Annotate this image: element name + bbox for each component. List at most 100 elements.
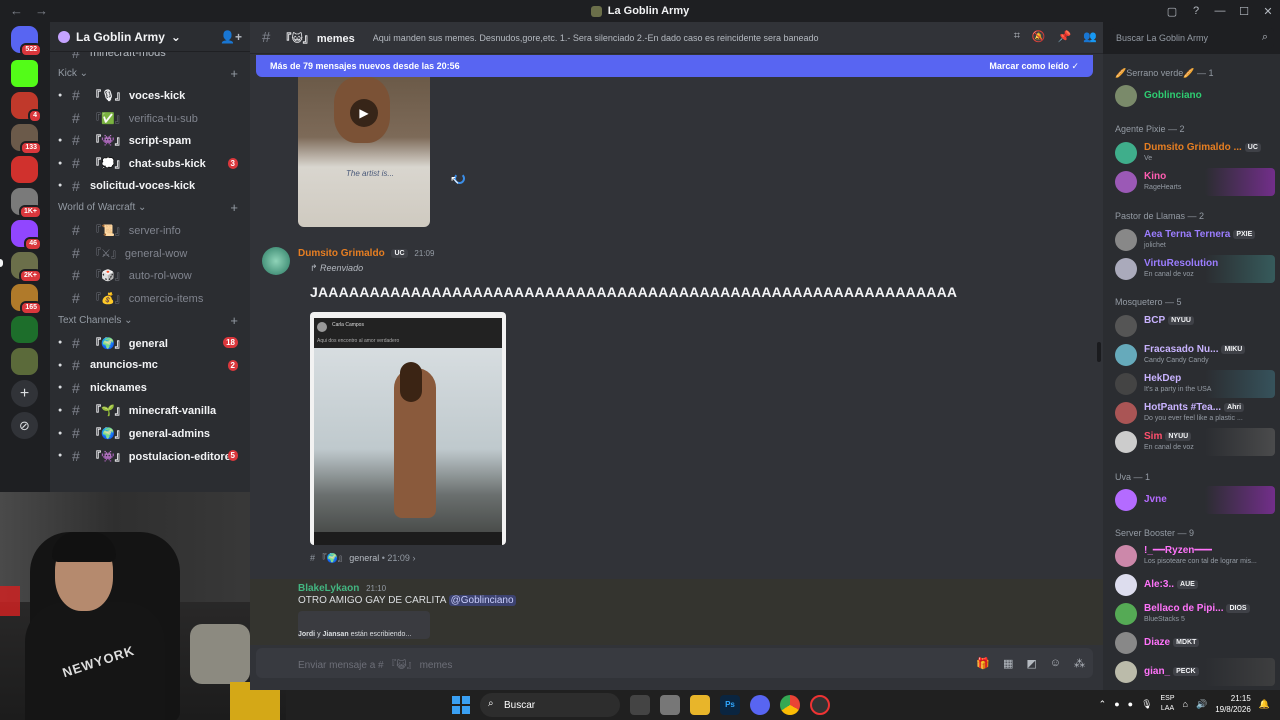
channel-general[interactable]: ● # 『🌍』 general 18 <box>50 331 250 354</box>
scrollbar[interactable] <box>1097 342 1101 362</box>
server-twitch[interactable]: 46 <box>11 220 42 251</box>
photoshop-icon[interactable]: Ps <box>720 695 740 715</box>
server-red[interactable]: 4 <box>11 92 42 123</box>
category-world-of-warcraft[interactable]: World of Warcraft ⌄ + <box>50 197 250 219</box>
forward-source[interactable]: # 『🌍』 general • 21:09 › <box>310 551 415 564</box>
timestamp: 21:09 <box>414 249 435 258</box>
discord-icon[interactable] <box>750 695 770 715</box>
explore-icon[interactable]: ⊘ <box>11 412 38 439</box>
member-item[interactable]: Fracasado Nu... MIKU Candy Candy Candy <box>1111 341 1275 369</box>
channel-general-wow[interactable]: # 『⚔』 general-wow <box>50 242 250 265</box>
inbox-icon[interactable]: ▢ <box>1160 5 1184 18</box>
message-author[interactable]: Dumsito Grimaldo UC 21:09 <box>298 248 434 259</box>
sticker-icon[interactable]: ◩ <box>1026 657 1036 670</box>
member-item[interactable]: Aea Terna Ternera PXIE jolichet <box>1111 226 1275 254</box>
member-item[interactable]: !_━━Ryzen━━━ Los pisoteare con tal de lo… <box>1111 542 1275 570</box>
app-icon[interactable] <box>660 695 680 715</box>
channel-anuncios-mc[interactable]: ● # anuncios-mc 2 <box>50 354 250 377</box>
play-icon[interactable]: ▶ <box>350 99 378 127</box>
chat-area: # 『😺』 memes Aqui manden sus memes. Desnu… <box>250 22 1103 690</box>
server-4[interactable] <box>11 156 38 183</box>
start-button[interactable] <box>452 696 470 714</box>
member-item[interactable]: gian_ PECK <box>1111 658 1275 686</box>
gift-icon[interactable]: 🎁 <box>976 657 990 670</box>
mute-icon[interactable]: 🔕 <box>1032 30 1046 43</box>
member-item[interactable]: Bellaco de Pipi... DIOS BlueStacks 5 <box>1111 600 1275 628</box>
apps-icon[interactable]: ⁂ <box>1074 657 1085 670</box>
help-icon[interactable]: ? <box>1184 5 1208 17</box>
member-item[interactable]: HekDep It's a party in the USA <box>1111 370 1275 398</box>
emoji-icon[interactable]: ☺ <box>1050 657 1061 670</box>
server-10[interactable] <box>11 348 38 375</box>
maximize-button[interactable]: ☐ <box>1232 5 1256 18</box>
server-5[interactable]: 1K+ <box>11 188 42 219</box>
message-input[interactable]: Enviar mensaje a # 『😺』 memes 🎁 ▦ ◩ ☺ ⁂ <box>256 648 1093 678</box>
minimize-button[interactable]: — <box>1208 5 1232 17</box>
avatar[interactable] <box>262 247 290 275</box>
member-group-title: Agente Pixie — 2 <box>1115 124 1185 134</box>
member-item[interactable]: BCP NYUU <box>1111 312 1275 340</box>
channel-minecraft-vanilla[interactable]: ● # 『🌱』 minecraft-vanilla <box>50 399 250 422</box>
channel-auto-rol-wow[interactable]: # 『🎲』 auto-rol-wow <box>50 264 250 287</box>
file-explorer-icon[interactable] <box>690 695 710 715</box>
search-icon: ⌕ <box>1261 31 1268 43</box>
image-attachment[interactable]: Carla Campos Aqui dos encontro al amor v… <box>310 312 506 545</box>
member-item[interactable]: Ale:3.. AUE <box>1111 571 1275 599</box>
channel-solicitud-voces-kick[interactable]: ● # solicitud-voces-kick <box>50 174 250 197</box>
taskbar: ⌕ Buscar Ps ⌃ ● ● 🎙 ESP LAA ⌂ 🔊 21:15 19/8… <box>286 690 1280 720</box>
server-header[interactable]: La Goblin Army ⌄ 👤+ <box>50 22 250 52</box>
gif-icon[interactable]: ▦ <box>1003 657 1013 670</box>
server-kick[interactable] <box>11 60 38 87</box>
member-item[interactable]: Sim NYUU En canal de voz <box>1111 428 1275 456</box>
channel-comercio-items[interactable]: # 『💰』 comercio-items <box>50 287 250 310</box>
channel-chat-subs-kick[interactable]: ● # 『💭』 chat-subs-kick 3 <box>50 152 250 175</box>
members-icon[interactable]: 👥 <box>1083 30 1097 43</box>
server-8[interactable]: 165 <box>11 284 42 315</box>
channel-script-spam[interactable]: ● # 『👾』 script-spam <box>50 129 250 152</box>
member-item[interactable]: Kino RageHearts <box>1111 168 1275 196</box>
add-channel-icon[interactable]: + <box>230 66 238 81</box>
category-text-channels[interactable]: Text Channels ⌄ + <box>50 309 250 331</box>
taskbar-search[interactable]: ⌕ Buscar <box>480 693 620 717</box>
server-9[interactable] <box>11 316 38 343</box>
member-item[interactable]: Dumsito Grimaldo ... UC Ve <box>1111 139 1275 167</box>
hoodie-text: NEWYORK <box>60 642 137 681</box>
app-icon[interactable] <box>810 695 830 715</box>
channel-general-admins[interactable]: ● # 『🌍』 general-admins <box>50 422 250 445</box>
channel-topbar: # 『😺』 memes Aqui manden sus memes. Desnu… <box>250 22 1103 54</box>
nav-arrows[interactable]: ←→ <box>10 3 60 18</box>
mark-as-read-button[interactable]: Marcar como leído ✓ <box>989 61 1079 72</box>
member-item[interactable]: Jvne <box>1111 486 1275 514</box>
add-channel-icon[interactable]: + <box>230 313 238 328</box>
member-item[interactable]: Goblinciano <box>1111 82 1275 110</box>
invite-icon[interactable]: 👤+ <box>220 30 242 44</box>
task-view-icon[interactable] <box>630 695 650 715</box>
channel-voces-kick[interactable]: ● # 『🎙』 voces-kick <box>50 84 250 107</box>
channel-postulacion-editores[interactable]: ● # 『👾』 postulacion-editores 5 <box>50 444 250 467</box>
add-channel-icon[interactable]: + <box>230 200 238 215</box>
member-item[interactable]: VirtuResolution En canal de voz <box>1111 255 1275 283</box>
new-messages-banner[interactable]: Más de 79 mensajes nuevos desde las 20:5… <box>256 55 1093 77</box>
channel-server-info[interactable]: # 『📜』 server-info <box>50 219 250 242</box>
system-tray[interactable]: ⌃ ● ● 🎙 ESP LAA ⌂ 🔊 21:15 19/8/2026 🔔 <box>1099 693 1270 715</box>
member-item[interactable]: Diaze MDKT <box>1111 629 1275 657</box>
pin-icon[interactable]: 📌 <box>1058 30 1072 43</box>
member-item[interactable]: HotPants #Tea... Ahri Do you ever feel li… <box>1111 399 1275 427</box>
channel-topic[interactable]: Aqui manden sus memes. Desnudos,gore,etc… <box>373 33 973 43</box>
add-server-button[interactable]: + <box>11 380 38 407</box>
channel-verifica-tu-sub[interactable]: # 『✅』 verifica-tu-sub <box>50 107 250 130</box>
channel-nicknames[interactable]: ● # nicknames <box>50 377 250 400</box>
close-button[interactable]: ✕ <box>1256 5 1280 18</box>
server-3[interactable]: 133 <box>11 124 42 155</box>
message-author[interactable]: BlakeLykaon 21:10 <box>298 583 386 594</box>
direct-messages-button[interactable]: 522 <box>11 26 42 57</box>
video-attachment[interactable]: ▶ The artist is... <box>298 77 430 227</box>
member-group-title: Mosquetero — 5 <box>1115 297 1182 307</box>
chrome-icon[interactable] <box>780 695 800 715</box>
server-goblin-army[interactable]: 2K+ <box>11 252 42 283</box>
threads-icon[interactable]: ⌗ <box>1014 30 1020 43</box>
category-kick[interactable]: Kick ⌄ + <box>50 62 250 84</box>
user-mention[interactable]: @Goblinciano <box>448 595 516 606</box>
mention-badge: 3 <box>227 157 238 169</box>
search-input[interactable]: Buscar La Goblin Army ⌕ <box>1110 28 1274 48</box>
